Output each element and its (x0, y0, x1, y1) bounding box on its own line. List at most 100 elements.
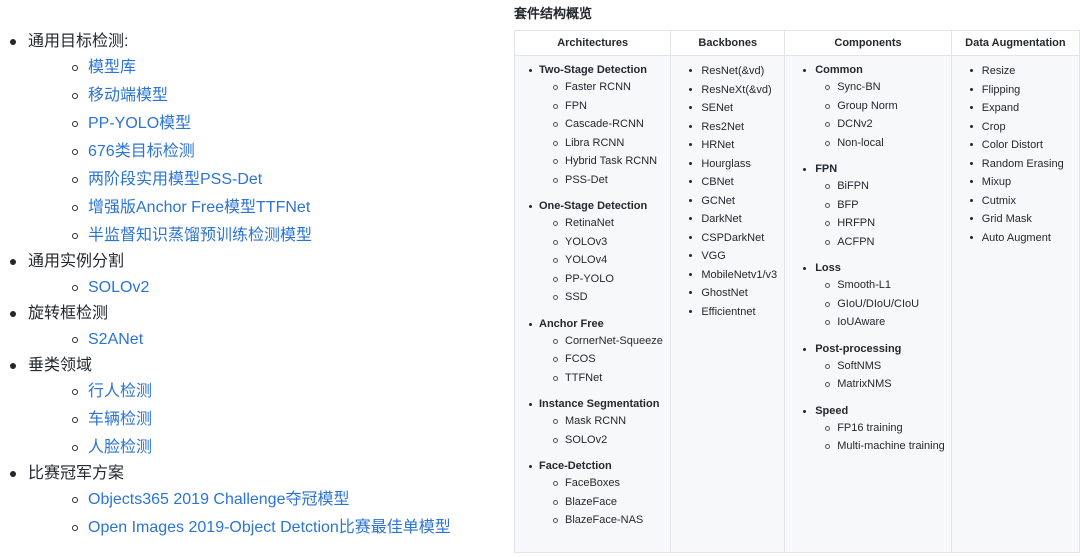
model-link[interactable]: PP-YOLO模型 (88, 115, 191, 132)
circle-bullet-icon (825, 301, 831, 307)
sub-item: FPN (515, 97, 670, 116)
model-link[interactable]: 人脸检测 (88, 439, 152, 456)
group-label: FPN (785, 161, 951, 177)
model-link[interactable]: 676类目标检测 (88, 143, 195, 160)
sub-item-label: TTFNet (565, 371, 603, 384)
group-item: Loss Smooth-L1 GIoU/DIoU/CIoU IoUAware (785, 260, 951, 332)
group-sub-list: BiFPN BFP HRFPN ACFPN (785, 177, 951, 251)
bullet-icon (689, 291, 693, 294)
item-label: Cutmix (981, 194, 1017, 207)
group-sub-list: SoftNMS MatrixNMS (785, 357, 951, 394)
sub-item: MatrixNMS (785, 375, 951, 394)
bullet-icon (529, 322, 532, 326)
sub-item-label: BiFPN (837, 180, 869, 192)
bullet-icon (689, 124, 693, 128)
item-label: Color Distort (981, 139, 1043, 151)
model-link[interactable]: 增强版Anchor Free模型TTFNet (88, 199, 310, 216)
circle-bullet-icon (553, 221, 558, 226)
bullet-icon (689, 235, 693, 239)
feature-list: 通用目标检测: 模型库移动端模型 PP-YOLO模型 676类目标检测两阶段实用模型P… (0, 30, 480, 542)
model-link[interactable]: S2ANet (88, 331, 143, 348)
sub-list-item: 模型库 (28, 54, 480, 82)
bullet-icon (803, 69, 807, 72)
group-item: Instance Segmentation Mask RCNN SOLOv2 (515, 396, 670, 449)
list-item: VGG (671, 247, 784, 266)
bullet-icon (10, 311, 16, 317)
list-item: Flipping (952, 81, 1079, 100)
sub-item: Cascade-RCNN (515, 115, 670, 134)
item-label: Random Erasing (981, 157, 1064, 170)
sub-list: 行人检测车辆检测人脸检测 (28, 378, 480, 462)
group-label: Speed (785, 403, 951, 419)
table-header-row: Architectures Backbones Components Data … (513, 30, 1080, 56)
sub-item-label: IoUAware (837, 316, 886, 328)
group-item: Two-Stage Detection Faster RCNN FPN Cascade… (515, 62, 670, 189)
sub-list-item: 人脸检测 (28, 434, 480, 462)
group-sub-list: FaceBoxes BlazeFace BlazeFace-NAS (515, 474, 670, 530)
section-label: 通用目标检测: (28, 33, 129, 50)
circle-bullet-icon (553, 338, 558, 344)
model-link[interactable]: 移动端模型 (88, 87, 168, 104)
model-link[interactable]: 模型库 (88, 59, 136, 76)
sub-item-label: FPN (565, 99, 587, 112)
item-label: CBNet (701, 176, 734, 188)
sub-item: Faster RCNN (515, 78, 670, 97)
item-label: Flipping (981, 83, 1021, 96)
model-link[interactable]: Open Images 2019-Object Detction比赛最佳单模型 (88, 519, 451, 536)
item-label: Crop (981, 120, 1006, 133)
model-link[interactable]: SOLOv2 (88, 279, 149, 296)
circle-bullet-icon (553, 122, 558, 127)
sub-item-label: Faster RCNN (565, 81, 632, 93)
model-link[interactable]: 车辆检测 (88, 411, 152, 428)
group-item: Speed FP16 training Multi-machine training (785, 403, 951, 456)
bullet-icon (969, 217, 973, 220)
circle-bullet-icon (825, 283, 831, 288)
list-item: 旋转框检测 S2ANet (0, 302, 480, 354)
header-data-augmentation: Data Augmentation (950, 30, 1080, 56)
model-link[interactable]: 半监督知识蒸馏预训练检测模型 (88, 227, 312, 244)
model-link[interactable]: 行人检测 (88, 383, 152, 400)
sub-item-label: Non-local (837, 136, 884, 149)
sub-list-item: 行人检测 (28, 378, 480, 406)
group-item: Anchor Free CornerNet-Squeeze FCOS TTFNet (515, 316, 670, 388)
sub-list-item: 移动端模型 (28, 82, 480, 110)
group-item: One-Stage Detection RetinaNet YOLOv3 YOLOv4… (515, 198, 670, 307)
sub-item: FCOS (515, 350, 670, 369)
group-title: Speed (815, 404, 849, 417)
bullet-icon (689, 198, 693, 202)
sub-list-item: SOLOv2 (28, 274, 480, 302)
group-title: Post-processing (815, 342, 902, 355)
bullet-icon (529, 403, 532, 406)
sub-item: HRFPN (785, 214, 951, 233)
bullet-icon (969, 198, 973, 202)
model-link[interactable]: Objects365 2019 Challenge夺冠模型 (88, 491, 349, 508)
group-sub-list: Faster RCNN FPN Cascade-RCNN Libra RCNN Hybr… (515, 78, 670, 189)
group-label: Instance Segmentation (515, 396, 670, 412)
group-title: Common (815, 64, 863, 76)
sub-item-label: FP16 training (837, 421, 903, 434)
item-label: Mixup (981, 176, 1012, 188)
bullet-icon (689, 106, 693, 109)
sub-item: Group Norm (785, 97, 951, 116)
circle-bullet-icon (72, 497, 78, 503)
circle-bullet-icon (553, 239, 558, 245)
group-sub-list: Sync-BN Group Norm DCNv2 Non-local (785, 78, 951, 152)
circle-bullet-icon (72, 525, 78, 531)
group-sub-list: Mask RCNN SOLOv2 (515, 412, 670, 449)
list-item: Grid Mask (952, 210, 1079, 229)
sub-item: YOLOv4 (515, 251, 670, 270)
model-link[interactable]: 两阶段实用模型PSS-Det (88, 171, 262, 188)
list-item: Efficientnet (671, 303, 784, 322)
sub-item-label: ACFPN (837, 235, 875, 248)
sub-item: YOLOv3 (515, 233, 670, 252)
list-item: Expand (952, 99, 1079, 118)
sub-item: FaceBoxes (515, 474, 670, 493)
circle-bullet-icon (72, 233, 78, 239)
sub-item: Non-local (785, 134, 951, 153)
feature-list-items: 通用目标检测: 模型库移动端模型 PP-YOLO模型 676类目标检测两阶段实用模型P… (0, 30, 480, 542)
sub-item-label: HRFPN (837, 217, 876, 229)
list-item: GhostNet (671, 284, 784, 303)
sub-item: SSD (515, 288, 670, 307)
group-title: FPN (815, 163, 838, 175)
bullet-icon (689, 272, 693, 276)
